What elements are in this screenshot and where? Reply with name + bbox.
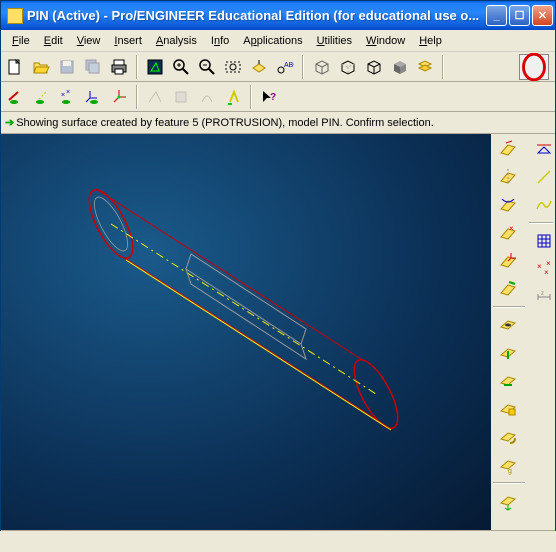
datum-axis-disp-button[interactable] <box>29 85 53 109</box>
line-style-button[interactable] <box>529 136 556 162</box>
svg-text:ABC: ABC <box>284 62 294 69</box>
svg-text:×: × <box>537 262 542 271</box>
toolbar-main: ABC <box>1 52 555 82</box>
print-button[interactable] <box>107 55 131 79</box>
text-display-button[interactable]: ABC <box>273 55 297 79</box>
new-button[interactable] <box>3 55 27 79</box>
whats-this-button[interactable]: ? <box>257 85 281 109</box>
spin-center-button[interactable] <box>107 85 131 109</box>
highlight-button[interactable] <box>221 85 245 109</box>
draft-button[interactable] <box>493 396 523 422</box>
save-button[interactable] <box>55 55 79 79</box>
viewport-3d[interactable] <box>1 134 491 530</box>
no-hidden-button[interactable] <box>361 55 385 79</box>
svg-text:×: × <box>546 259 551 268</box>
menu-help[interactable]: Help <box>412 33 449 49</box>
sel-filter-2-button[interactable] <box>169 85 193 109</box>
view-toolbar: ××× z <box>527 134 555 530</box>
menubar: File Edit View Insert Analysis Info Appl… <box>1 30 555 52</box>
svg-text:?: ? <box>270 92 276 103</box>
datum-plane-button[interactable] <box>493 136 523 162</box>
save-copy-button[interactable] <box>81 55 105 79</box>
titlebar: PIN (Active) - Pro/ENGINEER Educational … <box>1 1 555 30</box>
menu-utilities[interactable]: Utilities <box>310 33 359 49</box>
orient-button[interactable] <box>247 55 271 79</box>
sel-filter-3-button[interactable] <box>195 85 219 109</box>
extrude-button[interactable] <box>493 488 523 514</box>
wireframe-button[interactable] <box>309 55 333 79</box>
menu-view[interactable]: View <box>70 33 108 49</box>
help-ptc-button[interactable] <box>519 54 549 80</box>
datum-plane-disp-button[interactable] <box>3 85 27 109</box>
zoom-out-button[interactable] <box>195 55 219 79</box>
datum-point-button[interactable]: × <box>493 220 523 246</box>
svg-text:×: × <box>66 89 70 96</box>
csys-disp-button[interactable] <box>81 85 105 109</box>
svg-text:z: z <box>541 291 544 297</box>
shell-button[interactable] <box>493 340 523 366</box>
layers-button[interactable] <box>413 55 437 79</box>
message-text: Showing surface created by feature 5 (PR… <box>16 117 434 129</box>
menu-file[interactable]: File <box>5 33 37 49</box>
repaint-button[interactable] <box>143 55 167 79</box>
window-title: PIN (Active) - Pro/ENGINEER Educational … <box>27 8 486 23</box>
svg-text:g: g <box>508 468 512 475</box>
svg-text:×: × <box>509 224 514 233</box>
menu-window[interactable]: Window <box>359 33 412 49</box>
workspace: × g ××× z <box>1 134 555 530</box>
grid-button[interactable] <box>529 228 556 254</box>
svg-text:×: × <box>61 92 65 99</box>
rib-button[interactable] <box>493 368 523 394</box>
shaded-button[interactable] <box>387 55 411 79</box>
chamfer-button[interactable]: g <box>493 452 523 478</box>
datum-curve-button[interactable] <box>493 192 523 218</box>
sel-filter-1-button[interactable] <box>143 85 167 109</box>
measure-button[interactable]: z <box>529 284 556 310</box>
message-arrow-icon: ➔ <box>5 116 14 129</box>
maximize-button[interactable]: ☐ <box>509 5 530 26</box>
model-pin <box>1 134 491 530</box>
round-button[interactable] <box>493 424 523 450</box>
menu-analysis[interactable]: Analysis <box>149 33 204 49</box>
sketch-button[interactable] <box>493 276 523 302</box>
refit-button[interactable] <box>221 55 245 79</box>
spline-button[interactable] <box>529 192 556 218</box>
svg-text:×: × <box>544 268 549 277</box>
snap-button[interactable]: ××× <box>529 256 556 282</box>
menu-applications[interactable]: Applications <box>236 33 309 49</box>
toolbar-datum: ×× ? <box>1 82 555 112</box>
minimize-button[interactable]: _ <box>486 5 507 26</box>
line-button[interactable] <box>529 164 556 190</box>
zoom-in-button[interactable] <box>169 55 193 79</box>
datum-csys-button[interactable] <box>493 248 523 274</box>
app-icon <box>7 8 23 24</box>
feature-toolbar: × g <box>491 134 527 530</box>
menu-edit[interactable]: Edit <box>37 33 70 49</box>
datum-axis-button[interactable] <box>493 164 523 190</box>
menu-info[interactable]: Info <box>204 33 236 49</box>
message-bar: ➔ Showing surface created by feature 5 (… <box>1 112 555 134</box>
statusbar <box>1 530 555 552</box>
datum-point-disp-button[interactable]: ×× <box>55 85 79 109</box>
hole-button[interactable] <box>493 312 523 338</box>
menu-insert[interactable]: Insert <box>107 33 149 49</box>
close-button[interactable]: ✕ <box>532 5 553 26</box>
hidden-line-button[interactable] <box>335 55 359 79</box>
open-button[interactable] <box>29 55 53 79</box>
